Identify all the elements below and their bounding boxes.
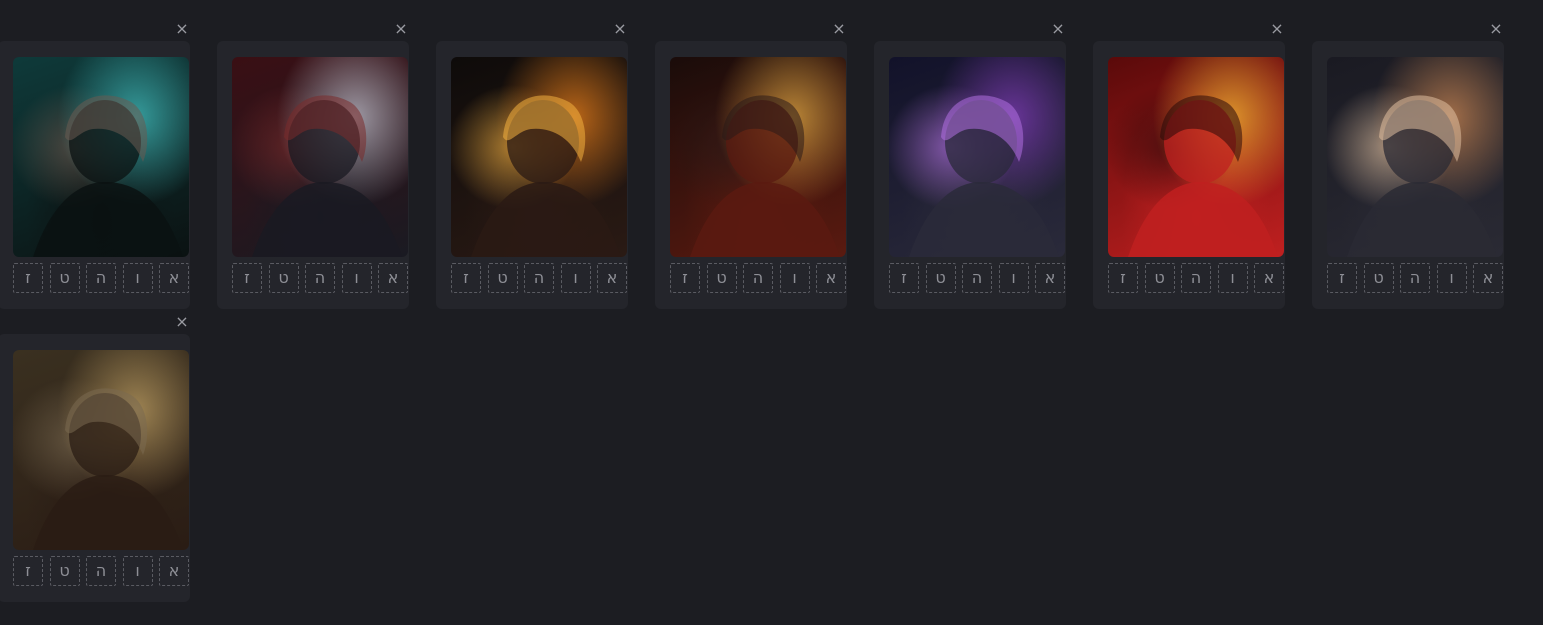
image-card[interactable]: × ז ט ה ו א	[436, 21, 628, 309]
tag-button[interactable]: א	[1035, 263, 1065, 293]
tag-row: זטהוא	[13, 556, 189, 586]
tag-button[interactable]: א	[159, 556, 189, 586]
image-card[interactable]: × ז ט ה ו א	[0, 314, 190, 602]
character-silhouette	[252, 95, 402, 257]
tag-button[interactable]: ו	[779, 263, 810, 293]
tag-button[interactable]: ט	[706, 263, 737, 293]
image-card[interactable]: × ז ט ה ו א	[1093, 21, 1285, 309]
tag-button[interactable]: ט	[1363, 263, 1394, 293]
close-icon[interactable]: ×	[174, 21, 190, 37]
close-icon[interactable]: ×	[393, 21, 409, 37]
close-icon[interactable]: ×	[174, 314, 190, 330]
image-card[interactable]: × ז ט ה ו א	[217, 21, 409, 309]
close-icon[interactable]: ×	[1269, 21, 1285, 37]
tag-button[interactable]: ה	[1400, 263, 1430, 293]
tag-button[interactable]: ה	[743, 263, 773, 293]
tag-button[interactable]: ה	[1181, 263, 1211, 293]
character-silhouette	[690, 95, 840, 257]
silhouette-body	[1128, 182, 1278, 257]
tag-button[interactable]: א	[597, 263, 627, 293]
image-card[interactable]: × ז ט ה ו א	[874, 21, 1066, 309]
image-card[interactable]: × ז ט ה ו א	[0, 21, 190, 309]
tag-button[interactable]: א	[1254, 263, 1284, 293]
tag-button[interactable]: ו	[1217, 263, 1248, 293]
tag-button[interactable]: ט	[49, 263, 80, 293]
tag-button[interactable]: ז	[889, 263, 919, 293]
tag-row: זטהוא	[1327, 263, 1503, 293]
tag-row: זטהוא	[232, 263, 408, 293]
silhouette-body	[252, 182, 402, 257]
silhouette-body	[33, 475, 183, 550]
tag-button[interactable]: ז	[451, 263, 481, 293]
close-icon[interactable]: ×	[1050, 21, 1066, 37]
silhouette-body	[1347, 182, 1497, 257]
tag-button[interactable]: ה	[962, 263, 992, 293]
card-artwork[interactable]	[889, 57, 1065, 257]
silhouette-body	[471, 182, 621, 257]
close-icon[interactable]: ×	[612, 21, 628, 37]
card-artwork[interactable]	[1108, 57, 1284, 257]
tag-row: זטהוא	[451, 263, 627, 293]
image-card[interactable]: × ז ט ה ו א	[655, 21, 847, 309]
tag-button[interactable]: ז	[1327, 263, 1357, 293]
tag-button[interactable]: א	[1473, 263, 1503, 293]
character-silhouette	[471, 95, 621, 257]
tag-row: זטהוא	[13, 263, 189, 293]
close-icon[interactable]: ×	[831, 21, 847, 37]
tag-row: זטהוא	[889, 263, 1065, 293]
tag-button[interactable]: ט	[49, 556, 80, 586]
tag-button[interactable]: ה	[305, 263, 335, 293]
tag-button[interactable]: ו	[998, 263, 1029, 293]
card-artwork[interactable]	[13, 350, 189, 550]
tag-button[interactable]: ו	[122, 556, 153, 586]
character-silhouette	[1128, 95, 1278, 257]
character-silhouette	[909, 95, 1059, 257]
card-artwork[interactable]	[232, 57, 408, 257]
tag-button[interactable]: ה	[86, 263, 116, 293]
tag-button[interactable]: ה	[86, 556, 116, 586]
card-artwork[interactable]	[13, 57, 189, 257]
silhouette-body	[690, 182, 840, 257]
tag-button[interactable]: ט	[268, 263, 299, 293]
tag-row: זטהוא	[670, 263, 846, 293]
tag-row: זטהוא	[1108, 263, 1284, 293]
character-silhouette	[33, 95, 183, 257]
tag-button[interactable]: ט	[925, 263, 956, 293]
tag-button[interactable]: ז	[670, 263, 700, 293]
tag-button[interactable]: ז	[13, 556, 43, 586]
tag-button[interactable]: ה	[524, 263, 554, 293]
card-artwork[interactable]	[1327, 57, 1503, 257]
tag-button[interactable]: ט	[1144, 263, 1175, 293]
silhouette-body	[33, 182, 183, 257]
tag-button[interactable]: א	[159, 263, 189, 293]
tag-button[interactable]: ז	[1108, 263, 1138, 293]
card-artwork[interactable]	[451, 57, 627, 257]
character-silhouette	[33, 388, 183, 550]
tag-button[interactable]: ו	[341, 263, 372, 293]
tag-button[interactable]: א	[378, 263, 408, 293]
tag-button[interactable]: ט	[487, 263, 518, 293]
image-card[interactable]: × ז ט ה ו א	[1312, 21, 1504, 309]
tag-button[interactable]: א	[816, 263, 846, 293]
silhouette-body	[909, 182, 1059, 257]
character-silhouette	[1347, 95, 1497, 257]
close-icon[interactable]: ×	[1488, 21, 1504, 37]
tag-button[interactable]: ז	[13, 263, 43, 293]
tag-button[interactable]: ו	[1436, 263, 1467, 293]
tag-button[interactable]: ו	[560, 263, 591, 293]
tag-button[interactable]: ז	[232, 263, 262, 293]
card-grid: × ז ט ה ו א × ז ט ה ו א × ז ט ה ו א × ז ט ה ו א × ז ט ה ו א × ז ט ה ו א × ז ט ה…	[0, 0, 1543, 625]
tag-button[interactable]: ו	[122, 263, 153, 293]
card-artwork[interactable]	[670, 57, 846, 257]
